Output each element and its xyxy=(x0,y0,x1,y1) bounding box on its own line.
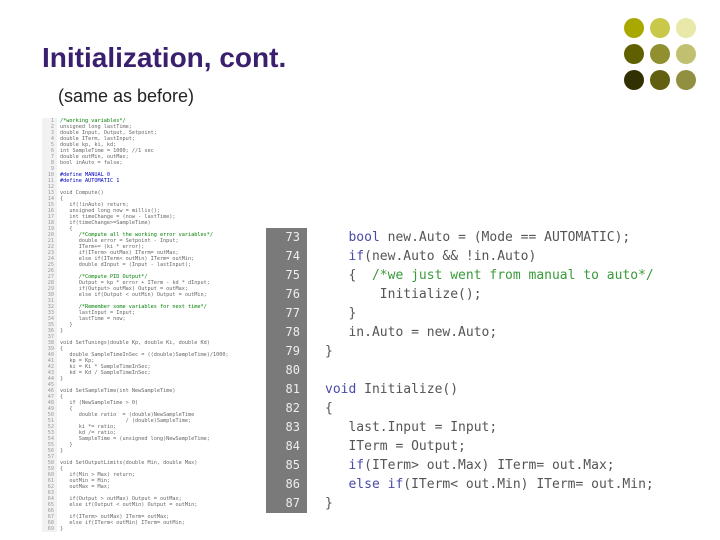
code-line: 78 in.Auto = new.Auto; xyxy=(266,323,706,342)
code-line: 75 { /*we just went from manual to auto*… xyxy=(266,266,706,285)
code-line: 76 Initialize(); xyxy=(266,285,706,304)
code-line: 82{ xyxy=(266,399,706,418)
dot-icon xyxy=(676,70,696,90)
dot-icon xyxy=(624,44,644,64)
slide-title: Initialization, cont. xyxy=(42,42,286,74)
slide-dots-decoration xyxy=(624,18,698,92)
code-line: 84 ITerm = Output; xyxy=(266,437,706,456)
code-line: 81void Initialize() xyxy=(266,380,706,399)
code-line: 69} xyxy=(42,526,257,532)
code-line: 87} xyxy=(266,494,706,513)
dot-icon xyxy=(650,18,670,38)
right-code-block: 73 bool new.Auto = (Mode == AUTOMATIC);7… xyxy=(266,228,706,513)
dot-icon xyxy=(676,18,696,38)
code-line: 83 last.Input = Input; xyxy=(266,418,706,437)
code-line: 86 else if(ITerm< out.Min) ITerm= out.Mi… xyxy=(266,475,706,494)
dot-icon xyxy=(624,18,644,38)
slide-subtitle: (same as before) xyxy=(58,86,194,107)
code-line: 85 if(ITerm> out.Max) ITerm= out.Max; xyxy=(266,456,706,475)
dot-icon xyxy=(676,44,696,64)
code-line: 80 xyxy=(266,361,706,380)
left-code-block: 1/*working variables*/2unsigned long las… xyxy=(42,118,257,532)
code-line: 74 if(new.Auto && !in.Auto) xyxy=(266,247,706,266)
dot-icon xyxy=(650,70,670,90)
code-line: 77 } xyxy=(266,304,706,323)
code-line: 73 bool new.Auto = (Mode == AUTOMATIC); xyxy=(266,228,706,247)
code-line: 79} xyxy=(266,342,706,361)
dot-icon xyxy=(650,44,670,64)
dot-icon xyxy=(624,70,644,90)
